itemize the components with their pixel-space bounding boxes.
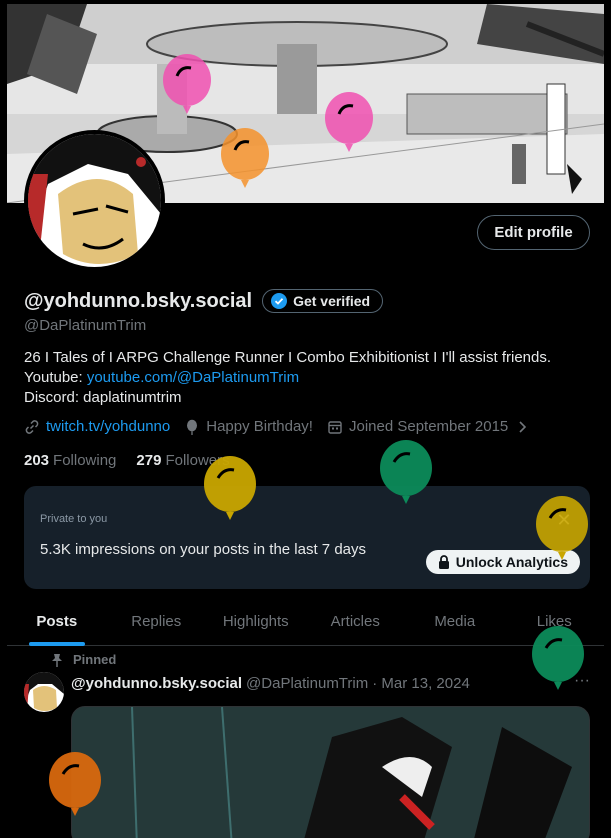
display-name: @yohdunno.bsky.social — [24, 289, 253, 312]
calendar-icon — [328, 420, 342, 434]
private-analytics-card: Private to you 5.3K impressions on your … — [24, 486, 590, 589]
bio-line: 26 I Tales of I ARPG Challenge Runner I … — [24, 349, 552, 366]
joined-item[interactable]: Joined September 2015 — [327, 418, 530, 435]
following-label: Following — [53, 452, 117, 469]
balloon-icon[interactable] — [323, 92, 375, 158]
profile-bio: 26 I Tales of I ARPG Challenge Runner I … — [24, 348, 594, 408]
verified-icon — [271, 293, 288, 309]
bio-youtube: Youtube: youtube.com/@DaPlatinumTrim — [24, 368, 594, 388]
private-label: Private to you — [40, 513, 108, 525]
link-icon — [25, 419, 39, 434]
post-media[interactable] — [71, 706, 590, 838]
website-item[interactable]: twitch.tv/yohdunno — [24, 418, 170, 435]
edit-profile-button[interactable]: Edit profile — [477, 215, 590, 250]
tab-replies[interactable]: Replies — [107, 598, 207, 645]
post-date[interactable]: · Mar 13, 2024 — [372, 675, 470, 692]
balloon-icon[interactable] — [530, 626, 586, 696]
pinned-label: Pinned — [73, 652, 117, 667]
post-author-handle[interactable]: @DaPlatinumTrim — [246, 675, 368, 692]
profile-meta: twitch.tv/yohdunno Happy Birthday! Joine… — [24, 418, 530, 435]
balloon-icon — [187, 419, 198, 435]
follow-stats: 203 Following 279 Followers — [24, 452, 230, 469]
get-verified-label: Get verified — [293, 293, 371, 309]
profile-tabs: Posts Replies Highlights Articles Media … — [7, 598, 604, 646]
following-link[interactable]: 203 Following — [24, 452, 116, 469]
profile-page: Edit profile @yohdunno.bsky.social Get v… — [7, 4, 604, 838]
following-count: 203 — [24, 452, 50, 469]
joined-text: Joined September 2015 — [348, 418, 509, 435]
tab-posts[interactable]: Posts — [7, 598, 107, 645]
pinned-indicator: Pinned — [51, 652, 116, 667]
tab-articles[interactable]: Articles — [306, 598, 406, 645]
tab-media[interactable]: Media — [405, 598, 505, 645]
chevron-right-icon — [519, 420, 527, 433]
birthday-text: Happy Birthday! — [206, 418, 313, 435]
balloon-icon[interactable] — [47, 752, 103, 822]
profile-handle: @DaPlatinumTrim — [24, 317, 147, 334]
bio-discord: Discord: daplatinumtrim — [24, 389, 182, 406]
lock-icon — [438, 555, 449, 569]
post-header: @yohdunno.bsky.social @DaPlatinumTrim · … — [71, 675, 470, 692]
youtube-link[interactable]: youtube.com/@DaPlatinumTrim — [87, 369, 299, 386]
impressions-text: 5.3K impressions on your posts in the la… — [40, 541, 367, 558]
post-avatar[interactable] — [24, 672, 64, 712]
tab-highlights[interactable]: Highlights — [206, 598, 306, 645]
birthday-item: Happy Birthday! — [184, 418, 313, 435]
pin-icon — [52, 653, 62, 667]
balloon-icon[interactable] — [534, 496, 590, 566]
balloon-icon[interactable] — [161, 54, 213, 120]
balloon-icon[interactable] — [219, 128, 271, 194]
bio-youtube-prefix: Youtube: — [24, 369, 87, 386]
followers-count: 279 — [136, 452, 162, 469]
balloon-icon[interactable] — [202, 456, 258, 526]
avatar[interactable] — [24, 130, 165, 271]
get-verified-button[interactable]: Get verified — [262, 289, 384, 313]
website-link[interactable]: twitch.tv/yohdunno — [46, 418, 170, 435]
balloon-icon[interactable] — [378, 440, 434, 510]
post-author-name[interactable]: @yohdunno.bsky.social — [71, 675, 242, 692]
name-row: @yohdunno.bsky.social Get verified — [24, 289, 384, 313]
